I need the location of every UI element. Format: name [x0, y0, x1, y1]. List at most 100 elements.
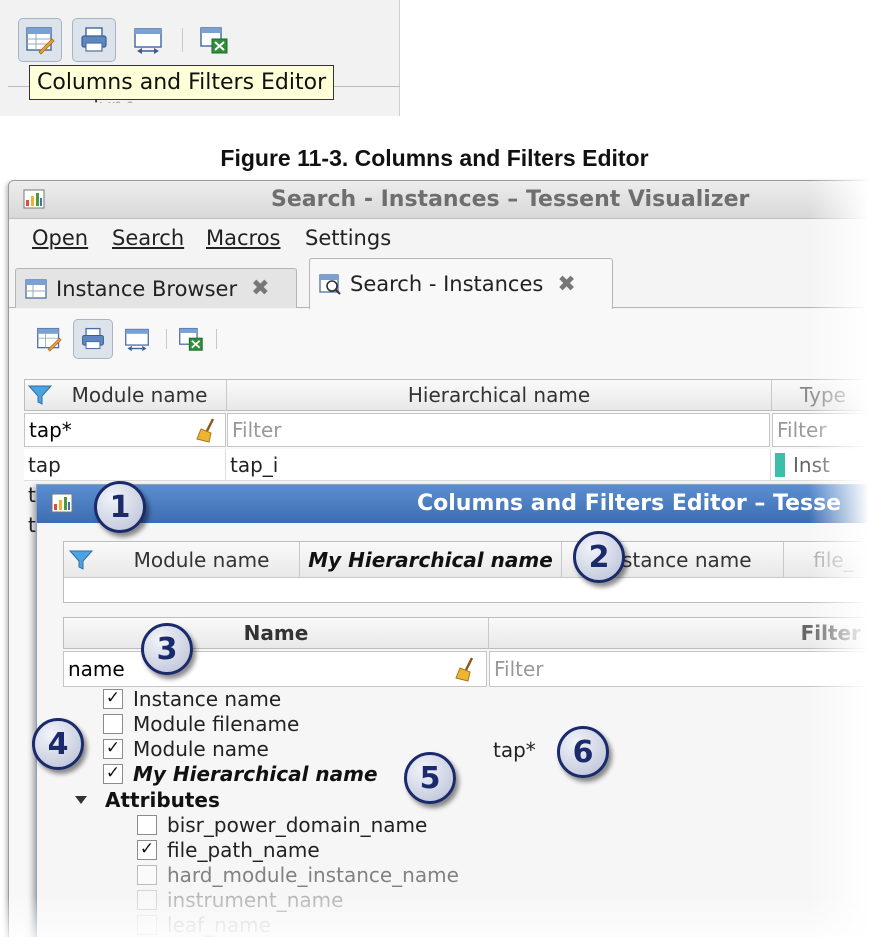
- checkbox[interactable]: [137, 814, 157, 835]
- menu-macros[interactable]: Macros: [206, 226, 281, 250]
- tree-item-hard-module-instance-name[interactable]: hard_module_instance_name: [137, 862, 459, 887]
- fit-columns-button[interactable]: [126, 18, 170, 62]
- column-header-label: Hierarchical name: [407, 383, 591, 407]
- export-excel-icon: [179, 327, 203, 351]
- table-row[interactable]: tap tap_i Inst: [24, 449, 869, 481]
- callout-4: 4: [32, 718, 84, 770]
- tree-item-label: file_path_name: [167, 837, 320, 862]
- columns-filters-editor-button[interactable]: [29, 319, 69, 359]
- column-header-type[interactable]: Type: [772, 380, 869, 410]
- menu-settings-label: Settings: [305, 226, 392, 250]
- print-icon: [82, 327, 104, 350]
- hierarchical-name-filter-input[interactable]: Filter: [227, 413, 770, 447]
- column-header-label: Type: [800, 383, 846, 407]
- filter-placeholder: Filter: [777, 418, 827, 442]
- tab-instance-browser[interactable]: Instance Browser ✖: [15, 268, 297, 308]
- tree-group-attributes[interactable]: Attributes: [75, 787, 220, 812]
- tree-item-label: My Hierarchical name: [133, 761, 378, 786]
- checkbox[interactable]: ✓: [103, 763, 123, 784]
- menu-bar: Open Search Macros Settings: [9, 220, 869, 254]
- callout-6: 6: [557, 726, 609, 778]
- tree-item-label: Module name: [133, 736, 269, 761]
- columns-filters-editor-icon: [37, 327, 62, 352]
- tree-item-bisr-power-domain-name[interactable]: bisr_power_domain_name: [137, 812, 427, 837]
- tab-search-instances-label: Search - Instances: [350, 272, 544, 296]
- callout-2: 2: [573, 531, 625, 583]
- tree-item-leaf-name[interactable]: leaf_name: [137, 912, 271, 937]
- type-badge: [775, 453, 785, 477]
- menu-search-label: Search: [112, 226, 185, 250]
- window-title: Search - Instances – Tessent Visualizer: [271, 187, 750, 212]
- checkbox[interactable]: ✓: [103, 688, 123, 709]
- callout-3: 3: [141, 623, 193, 675]
- table-cell: tap: [24, 449, 226, 481]
- close-icon[interactable]: ✖: [557, 272, 575, 297]
- app-icon: [23, 189, 45, 209]
- tree-item-label: Instance name: [133, 686, 282, 711]
- callout-1: 1: [94, 481, 146, 533]
- table-icon: [25, 278, 47, 299]
- fit-columns-button[interactable]: [117, 319, 157, 359]
- type-filter-input[interactable]: Filter: [772, 413, 869, 447]
- toolbar-separator: [216, 329, 217, 349]
- search-table-icon: [319, 274, 341, 295]
- expand-arrow-icon[interactable]: [75, 795, 87, 804]
- filter-icon[interactable]: [27, 383, 53, 407]
- figure-caption: Figure 11-3. Columns and Filters Editor: [220, 145, 649, 171]
- tree-item-module-name[interactable]: ✓ Module name: [103, 736, 269, 761]
- print-icon: [81, 27, 107, 52]
- columns-filters-editor-dialog: Columns and Filters Editor – Tesse Modul…: [36, 484, 869, 937]
- close-icon[interactable]: ✖: [251, 276, 269, 301]
- tree-item-file-path-name[interactable]: ✓ file_path_name: [137, 837, 320, 862]
- toolbar-separator: [182, 28, 183, 52]
- module-name-filter-input[interactable]: tap*: [24, 413, 226, 447]
- export-excel-button[interactable]: [171, 319, 211, 359]
- tree-item-label: instrument_name: [167, 887, 344, 912]
- checkbox[interactable]: ✓: [137, 839, 157, 860]
- tree-group-label: Attributes: [105, 787, 220, 812]
- column-header-label: Module name: [71, 383, 208, 407]
- tab-instance-browser-label: Instance Browser: [56, 276, 238, 301]
- checkbox[interactable]: [137, 864, 157, 885]
- tree-item-instrument-name[interactable]: instrument_name: [137, 887, 343, 912]
- column-tree: ✓ Instance name Module filename ✓ Module…: [37, 485, 869, 937]
- filter-row: tap* Filter Filter: [24, 412, 869, 448]
- menu-settings[interactable]: Settings: [305, 226, 391, 250]
- print-button[interactable]: [72, 18, 116, 62]
- filter-placeholder: Filter: [232, 418, 282, 442]
- fit-columns-icon: [125, 328, 149, 352]
- columns-filters-editor-icon: [26, 27, 55, 55]
- table-cell-type: Inst: [771, 449, 869, 481]
- tree-item-my-hierarchical-name[interactable]: ✓ My Hierarchical name: [103, 761, 378, 786]
- clear-broom-icon[interactable]: [195, 417, 219, 443]
- tree-item-module-filename[interactable]: Module filename: [103, 711, 299, 736]
- toolbar-snippet: Type Columns and Filters Editor: [0, 0, 400, 116]
- tree-item-label: bisr_power_domain_name: [167, 812, 428, 837]
- table-cell: tap_i: [226, 449, 771, 481]
- menu-macros-label: Macros: [206, 226, 281, 250]
- checkbox[interactable]: [137, 889, 157, 910]
- tooltip: Columns and Filters Editor: [29, 65, 335, 100]
- menu-open[interactable]: Open: [32, 226, 88, 250]
- toolbar-separator: [166, 329, 167, 349]
- checkbox[interactable]: ✓: [103, 738, 123, 759]
- checkbox[interactable]: [103, 713, 123, 734]
- tab-search-instances[interactable]: Search - Instances ✖: [309, 258, 613, 309]
- tree-item-instance-name[interactable]: ✓ Instance name: [103, 686, 281, 711]
- filter-value: tap*: [29, 418, 72, 442]
- type-value: Inst: [793, 453, 830, 477]
- export-excel-button[interactable]: [192, 18, 236, 62]
- menu-search[interactable]: Search: [112, 226, 184, 250]
- column-header-hierarchical-name[interactable]: Hierarchical name: [227, 380, 772, 410]
- window-titlebar[interactable]: Search - Instances – Tessent Visualizer: [9, 181, 869, 219]
- module-name-filter-value[interactable]: tap*: [493, 738, 536, 762]
- callout-5: 5: [404, 752, 456, 804]
- column-header-module-name[interactable]: Module name: [25, 380, 227, 410]
- tree-item-label: Module filename: [133, 711, 300, 736]
- tree-item-label: hard_module_instance_name: [167, 862, 459, 887]
- tab-bar: Instance Browser ✖ Search - Instances ✖: [9, 256, 869, 309]
- columns-filters-editor-button[interactable]: [18, 18, 62, 62]
- print-button[interactable]: [73, 319, 113, 359]
- checkbox[interactable]: [137, 914, 157, 935]
- fit-columns-icon: [134, 28, 162, 54]
